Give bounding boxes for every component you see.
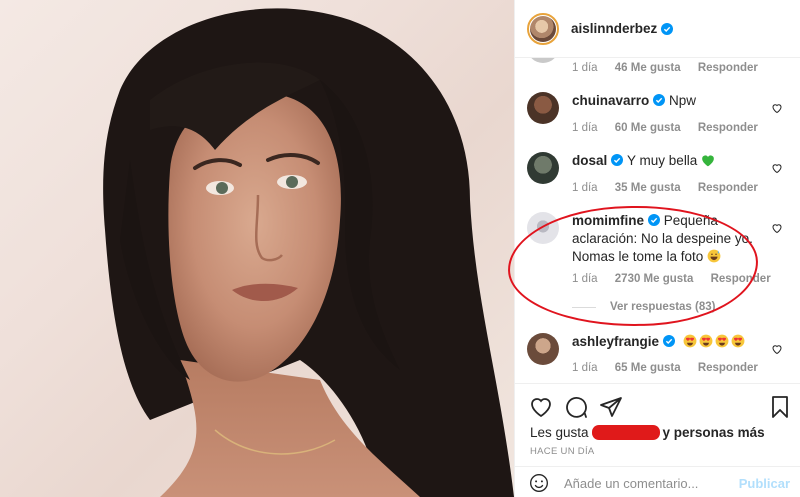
comment-likes[interactable]: 60 Me gusta (615, 122, 681, 134)
like-comment-heart-icon[interactable] (771, 102, 783, 114)
verified-badge-icon (611, 154, 624, 166)
comment-likes[interactable]: 46 Me gusta (615, 62, 681, 74)
emoji-picker-icon[interactable] (529, 473, 549, 493)
grinning-sweat-emoji-icon (707, 249, 721, 263)
share-icon[interactable] (599, 395, 623, 419)
portrait-image (103, 8, 514, 497)
post-photo[interactable] (0, 0, 514, 497)
post-timestamp[interactable]: HACE UN DÍA (530, 446, 595, 457)
likes-prefix: Les gusta (530, 425, 589, 440)
redacted-username (591, 425, 660, 440)
comment-time[interactable]: 1 día (572, 62, 598, 74)
reply-button[interactable]: Responder (711, 273, 771, 285)
post-actions-bar (515, 383, 800, 423)
verified-badge-icon (653, 94, 666, 106)
comment-time[interactable]: 1 día (572, 362, 598, 374)
comment-input[interactable]: Añade un comentario... (564, 476, 698, 491)
comment-likes[interactable]: 65 Me gusta (615, 362, 681, 374)
reply-button[interactable]: Responder (698, 62, 758, 74)
post-header: aislinnderbez (515, 0, 800, 58)
post-side-panel: aislinnderbez 1 día 46 Me gusta Responde… (514, 0, 800, 497)
commenter-avatar[interactable] (527, 152, 559, 184)
view-replies-button[interactable]: Ver respuestas (83) (572, 301, 715, 313)
commenter-avatar[interactable] (527, 212, 559, 244)
like-comment-heart-icon[interactable] (771, 222, 783, 234)
commenter-username[interactable]: momimfine (572, 213, 644, 228)
comment-item: momimfine Pequeña aclaración: No la desp… (527, 212, 791, 272)
heart-icon[interactable] (529, 395, 553, 419)
heart-eyes-emoji-icon (679, 334, 745, 349)
commenter-username[interactable]: dosal (572, 153, 607, 168)
reply-button[interactable]: Responder (698, 122, 758, 134)
reply-button[interactable]: Responder (698, 362, 758, 374)
comment-time[interactable]: 1 día (572, 182, 598, 194)
like-comment-heart-icon[interactable] (771, 343, 783, 355)
post-view: aislinnderbez 1 día 46 Me gusta Responde… (0, 0, 800, 497)
commenter-avatar[interactable] (527, 333, 559, 365)
comment-meta: 1 día 46 Me gusta Responder (572, 62, 772, 74)
author-username[interactable]: aislinnderbez (571, 21, 657, 36)
verified-badge-icon (648, 214, 661, 226)
commenter-username[interactable]: chuinavarro (572, 93, 649, 108)
like-comment-heart-icon[interactable] (771, 162, 783, 174)
publish-button[interactable]: Publicar (739, 476, 790, 491)
commenter-username[interactable]: ashleyfrangie (572, 334, 659, 349)
comment-meta: 1 día 60 Me gusta Responder (572, 122, 772, 134)
author-avatar[interactable] (527, 12, 559, 45)
green-heart-emoji-icon (702, 155, 714, 167)
comment-icon[interactable] (564, 395, 588, 419)
comment-text: Y muy bella (627, 153, 698, 168)
comment-meta: 1 día 2730 Me gusta Responder (572, 273, 785, 285)
view-replies-label[interactable]: Ver respuestas (83) (610, 301, 715, 313)
add-comment-bar: Añade un comentario... Publicar (515, 466, 800, 497)
comment-time[interactable]: 1 día (572, 273, 598, 285)
commenter-avatar[interactable] (527, 92, 559, 124)
comment-time[interactable]: 1 día (572, 122, 598, 134)
verified-badge-icon (663, 335, 676, 347)
likes-summary: Les gusta y personas más (530, 425, 765, 440)
comment-meta: 1 día 65 Me gusta Responder (572, 362, 772, 374)
commenter-avatar[interactable] (527, 58, 559, 63)
comments-list[interactable]: 1 día 46 Me gusta Responder chuinavarro … (515, 58, 800, 383)
comment-likes[interactable]: 35 Me gusta (615, 182, 681, 194)
comment-text: Npw (669, 93, 697, 108)
reply-button[interactable]: Responder (698, 182, 758, 194)
likes-others-link[interactable]: y personas más (663, 425, 765, 440)
bookmark-icon[interactable] (768, 395, 792, 419)
comment-likes[interactable]: 2730 Me gusta (615, 273, 694, 285)
verified-badge-icon (661, 22, 674, 35)
comment-meta: 1 día 35 Me gusta Responder (572, 182, 772, 194)
